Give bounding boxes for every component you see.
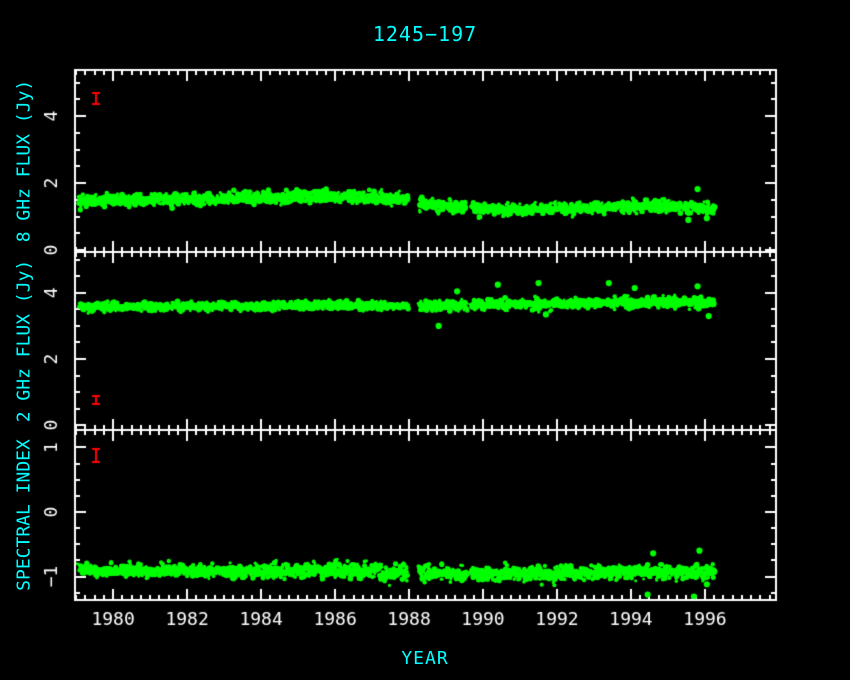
x-axis-label: YEAR [0, 648, 850, 669]
light-curve-plot-canvas [0, 0, 850, 680]
light-curve-figure: 1245−197 8 GHz FLUX (Jy) 2 GHz FLUX (Jy)… [0, 0, 850, 680]
y-axis-label-2ghz: 2 GHz FLUX (Jy) [14, 260, 35, 423]
y-axis-label-spectral-index: SPECTRAL INDEX [14, 439, 35, 591]
y-axis-label-8ghz: 8 GHz FLUX (Jy) [14, 80, 35, 243]
chart-title: 1245−197 [0, 22, 850, 46]
